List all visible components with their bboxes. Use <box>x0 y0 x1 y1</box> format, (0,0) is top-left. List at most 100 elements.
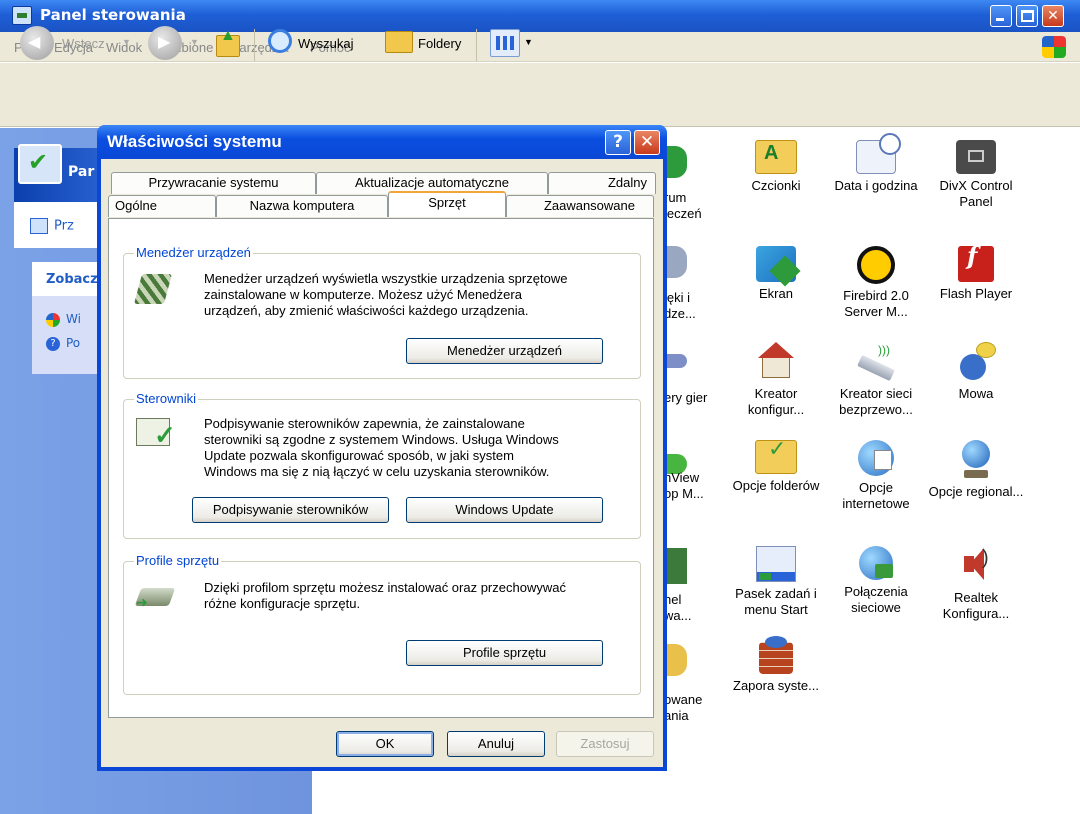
firebird-icon <box>857 246 895 284</box>
security-center-label[interactable]: rum ieczeń <box>664 190 702 222</box>
views-dropdown-icon[interactable]: ▼ <box>524 37 533 47</box>
fonts-folder-icon: A <box>755 140 797 174</box>
control-panel-item[interactable]: Data i godzina <box>826 133 926 194</box>
ok-button[interactable]: OK <box>336 731 434 757</box>
see-also-title: Zobacz <box>46 272 98 287</box>
group-title: Sterowniki <box>134 391 198 406</box>
toolbar-separator <box>254 29 255 61</box>
switch-view-link[interactable]: Prz <box>30 218 74 234</box>
folders-button[interactable]: Foldery <box>418 36 461 51</box>
group-title: Profile sprzętu <box>134 553 222 568</box>
toolbar-separator <box>476 29 477 61</box>
windows-update-button[interactable]: Windows Update <box>406 497 603 523</box>
tab-general[interactable]: Ogólne <box>108 195 216 217</box>
folder-options-icon: ✓ <box>755 438 797 474</box>
control-panel-item[interactable]: Kreator konfigur... <box>726 342 826 418</box>
maximize-button[interactable] <box>1016 5 1038 27</box>
close-icon: ✕ <box>1047 8 1059 24</box>
hardware-profiles-group: Profile sprzętu ➜ Dzięki profilom sprzęt… <box>123 553 641 695</box>
item-label: DivX Control Panel <box>939 178 1013 209</box>
windows-update-icon <box>46 312 60 327</box>
control-panel-item[interactable]: Opcje regional... <box>926 440 1026 500</box>
control-panel-item[interactable]: ✓ Opcje folderów <box>726 438 826 494</box>
speech-icon <box>956 342 996 382</box>
control-panel-item[interactable]: Połączenia sieciowe <box>826 546 926 616</box>
group-title: Menedżer urządzeń <box>134 245 253 260</box>
sound-label[interactable]: ięki i dze... <box>664 290 696 322</box>
control-panel-item[interactable]: Ekran <box>726 246 826 302</box>
control-panel-item[interactable]: Firebird 2.0 Server M... <box>826 246 926 320</box>
help-support-link[interactable]: ? Po <box>46 336 80 351</box>
up-folder-button[interactable] <box>214 27 242 59</box>
tab-hardware[interactable]: Sprzęt <box>388 191 506 217</box>
help-icon: ? <box>46 336 60 351</box>
device-manager-description: Menedżer urządzeń wyświetla wszystkie ur… <box>204 271 568 318</box>
back-label: Wstecz <box>62 36 105 51</box>
folders-icon[interactable] <box>385 31 413 53</box>
drivers-description: Podpisywanie sterowników zapewnia, że za… <box>204 416 559 479</box>
nview-label[interactable]: nView op M... <box>664 470 704 502</box>
dialog-title-bar: Właściwości systemu ? ✕ <box>97 125 667 159</box>
taskbar-icon <box>756 546 796 582</box>
control-panel-item[interactable]: Pasek zadań i menu Start <box>726 546 826 618</box>
item-label: Opcje regional... <box>928 484 1024 499</box>
device-manager-button[interactable]: Menedżer urządzeń <box>406 338 603 364</box>
item-label: Zapora syste... <box>733 678 819 693</box>
search-button[interactable]: Wyszukaj <box>298 36 354 51</box>
minimize-icon <box>996 18 1004 21</box>
internet-options-icon <box>858 440 894 476</box>
window-title: Panel sterowania <box>40 6 186 24</box>
network-setup-icon <box>756 342 796 382</box>
control-panel-item[interactable]: A Czcionki <box>726 140 826 194</box>
tab-system-restore[interactable]: Przywracanie systemu <box>111 172 316 194</box>
item-label: Połączenia sieciowe <box>844 584 908 615</box>
back-dropdown-icon[interactable]: ▼ <box>122 37 131 47</box>
control-panel-item[interactable]: f Flash Player <box>926 244 1026 302</box>
views-button[interactable] <box>490 29 520 57</box>
control-panel-item[interactable]: Zapora syste... <box>726 636 826 694</box>
item-label: Opcje internetowe <box>842 480 910 511</box>
firewall-icon <box>759 636 793 674</box>
control-panel-item[interactable]: Opcje internetowe <box>826 440 926 512</box>
cancel-button[interactable]: Anuluj <box>447 731 545 757</box>
device-manager-group: Menedżer urządzeń Menedżer urządzeń wyśw… <box>123 245 641 379</box>
windows-update-link[interactable]: Wi <box>46 312 81 327</box>
switch-view-icon <box>30 218 48 234</box>
tab-remote[interactable]: Zdalny <box>548 172 656 194</box>
display-icon <box>756 246 801 287</box>
control-panel-item[interactable]: DivX Control Panel <box>926 140 1026 210</box>
item-label: Flash Player <box>939 286 1013 301</box>
system-properties-dialog: Właściwości systemu ? ✕ Przywracanie sys… <box>97 125 667 771</box>
close-button[interactable]: ✕ <box>1042 5 1064 27</box>
game-controllers-label[interactable]: ery gier <box>664 390 707 406</box>
control-panel-item[interactable]: Mowa <box>926 342 1026 402</box>
control-panel-large-icon <box>18 144 62 184</box>
driver-signing-button[interactable]: Podpisywanie sterowników <box>192 497 389 523</box>
driver-signing-icon: ✓ <box>136 414 176 454</box>
tab-advanced[interactable]: Zaawansowane <box>506 195 654 217</box>
hardware-profiles-button[interactable]: Profile sprzętu <box>406 640 603 666</box>
flash-player-icon: f <box>958 244 994 282</box>
search-icon[interactable] <box>268 29 292 53</box>
dialog-close-button[interactable]: ✕ <box>634 130 660 155</box>
dialog-help-button[interactable]: ? <box>605 130 631 155</box>
switch-view-label: Prz <box>54 218 74 234</box>
minimize-button[interactable] <box>990 5 1012 27</box>
control-panel-item[interactable]: ))) Kreator sieci bezprzewo... <box>826 342 926 418</box>
maximize-icon <box>1021 10 1034 22</box>
dialog-body: Przywracanie systemu Aktualizacje automa… <box>101 159 663 767</box>
control-panel-icon <box>12 6 32 25</box>
panel-item-label[interactable]: nel wa... <box>664 592 691 624</box>
control-panel-item[interactable]: ) Realtek Konfigura... <box>926 546 1026 622</box>
apply-button[interactable]: Zastosuj <box>556 731 654 757</box>
tab-computer-name[interactable]: Nazwa komputera <box>216 195 388 217</box>
item-label: Mowa <box>958 386 994 401</box>
item-label: Data i godzina <box>834 178 918 193</box>
scheduled-tasks-label[interactable]: owane ania <box>664 692 702 724</box>
forward-button[interactable] <box>148 26 182 60</box>
wireless-network-icon: ))) <box>856 342 896 382</box>
item-label: Czcionki <box>751 178 801 193</box>
back-button[interactable] <box>20 26 54 60</box>
forward-dropdown-icon[interactable]: ▼ <box>190 37 199 47</box>
device-manager-icon <box>133 270 176 310</box>
